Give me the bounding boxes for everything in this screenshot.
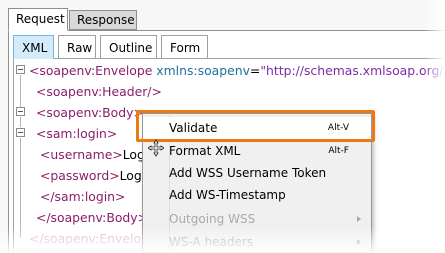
fold-line <box>20 138 21 238</box>
xml-attribute: xmlns:soapenv <box>152 63 250 78</box>
xml-tag: <username> <box>40 147 123 162</box>
tab-outline[interactable]: Outline <box>100 35 157 59</box>
code-line: </sam:login> <box>40 186 125 207</box>
tab-response-label: Response <box>77 13 135 27</box>
code-line: <username>Login <box>40 144 156 165</box>
context-menu: Validate Alt-V Format XML Alt-F Add WSS … <box>142 113 372 253</box>
tab-request[interactable]: Request <box>8 8 68 31</box>
code-line: <soapenv:Envelope xmlns:soapenv="http://… <box>29 60 445 81</box>
fold-toggle-icon[interactable] <box>16 65 25 74</box>
tab-response[interactable]: Response <box>69 10 137 30</box>
submenu-arrow-icon <box>357 239 361 245</box>
code-line: <soapenv:Body> <box>36 102 144 123</box>
code-line: </soapenv:Envelope <box>29 228 157 249</box>
xml-tag: </soapenv:Envelope <box>29 231 157 246</box>
menu-item-shortcut: Alt-F <box>328 146 349 156</box>
menu-item-outgoing-wss: Outgoing WSS <box>143 208 371 230</box>
xml-tag: <soapenv:Header/> <box>36 84 162 99</box>
xml-tag: </sam:login> <box>40 189 126 204</box>
menu-item-label: Add WSS Username Token <box>169 166 327 180</box>
tab-form[interactable]: Form <box>161 35 208 59</box>
xml-string: "http://schemas.xmlsoap.org/so <box>260 63 445 78</box>
tab-form-label: Form <box>170 41 201 55</box>
tab-request-label: Request <box>16 12 65 26</box>
menu-item-label: Outgoing WSS <box>169 212 256 226</box>
menu-item-shortcut: Alt-V <box>327 123 349 133</box>
xml-tag: <soapenv:Envelope <box>29 63 153 78</box>
tab-raw[interactable]: Raw <box>58 35 96 59</box>
code-line: </soapenv:Body> <box>36 207 148 228</box>
tab-xml-label: XML <box>22 41 48 55</box>
menu-item-label: Format XML <box>169 144 241 158</box>
xml-tag: <sam:login> <box>36 126 118 141</box>
menu-item-format-xml[interactable]: Format XML Alt-F <box>143 140 371 162</box>
menu-item-label: Add WS-Timestamp <box>169 188 286 202</box>
code-line: <password>Login <box>40 165 153 186</box>
fold-line <box>20 75 21 107</box>
menu-item-label: WS-A headers <box>169 235 254 249</box>
fold-toggle-icon[interactable] <box>16 107 25 116</box>
xml-tag: <password> <box>40 168 120 183</box>
move-cursor-icon <box>148 139 164 157</box>
menu-item-label: Validate <box>169 121 218 135</box>
soap-request-editor-window: Request Response XML Raw Outline Form <s… <box>0 0 445 253</box>
submenu-arrow-icon <box>357 216 361 222</box>
xml-tag: <soapenv:Body> <box>36 105 144 120</box>
tab-raw-label: Raw <box>67 41 93 55</box>
xml-tag: </soapenv:Body> <box>36 210 149 225</box>
code-line: <sam:login> <box>36 123 117 144</box>
fold-gutter <box>14 59 28 253</box>
tab-xml[interactable]: XML <box>13 35 54 59</box>
menu-item-ws-a-headers: WS-A headers <box>143 231 371 253</box>
xml-equals: = <box>249 63 261 78</box>
fold-line <box>20 117 21 127</box>
code-line: <soapenv:Header/> <box>36 81 162 102</box>
fold-toggle-icon[interactable] <box>16 128 25 137</box>
menu-item-validate[interactable]: Validate Alt-V <box>143 117 371 139</box>
menu-item-add-wss-username-token[interactable]: Add WSS Username Token <box>143 162 371 184</box>
menu-item-add-ws-timestamp[interactable]: Add WS-Timestamp <box>143 184 371 206</box>
tab-outline-label: Outline <box>109 41 153 55</box>
